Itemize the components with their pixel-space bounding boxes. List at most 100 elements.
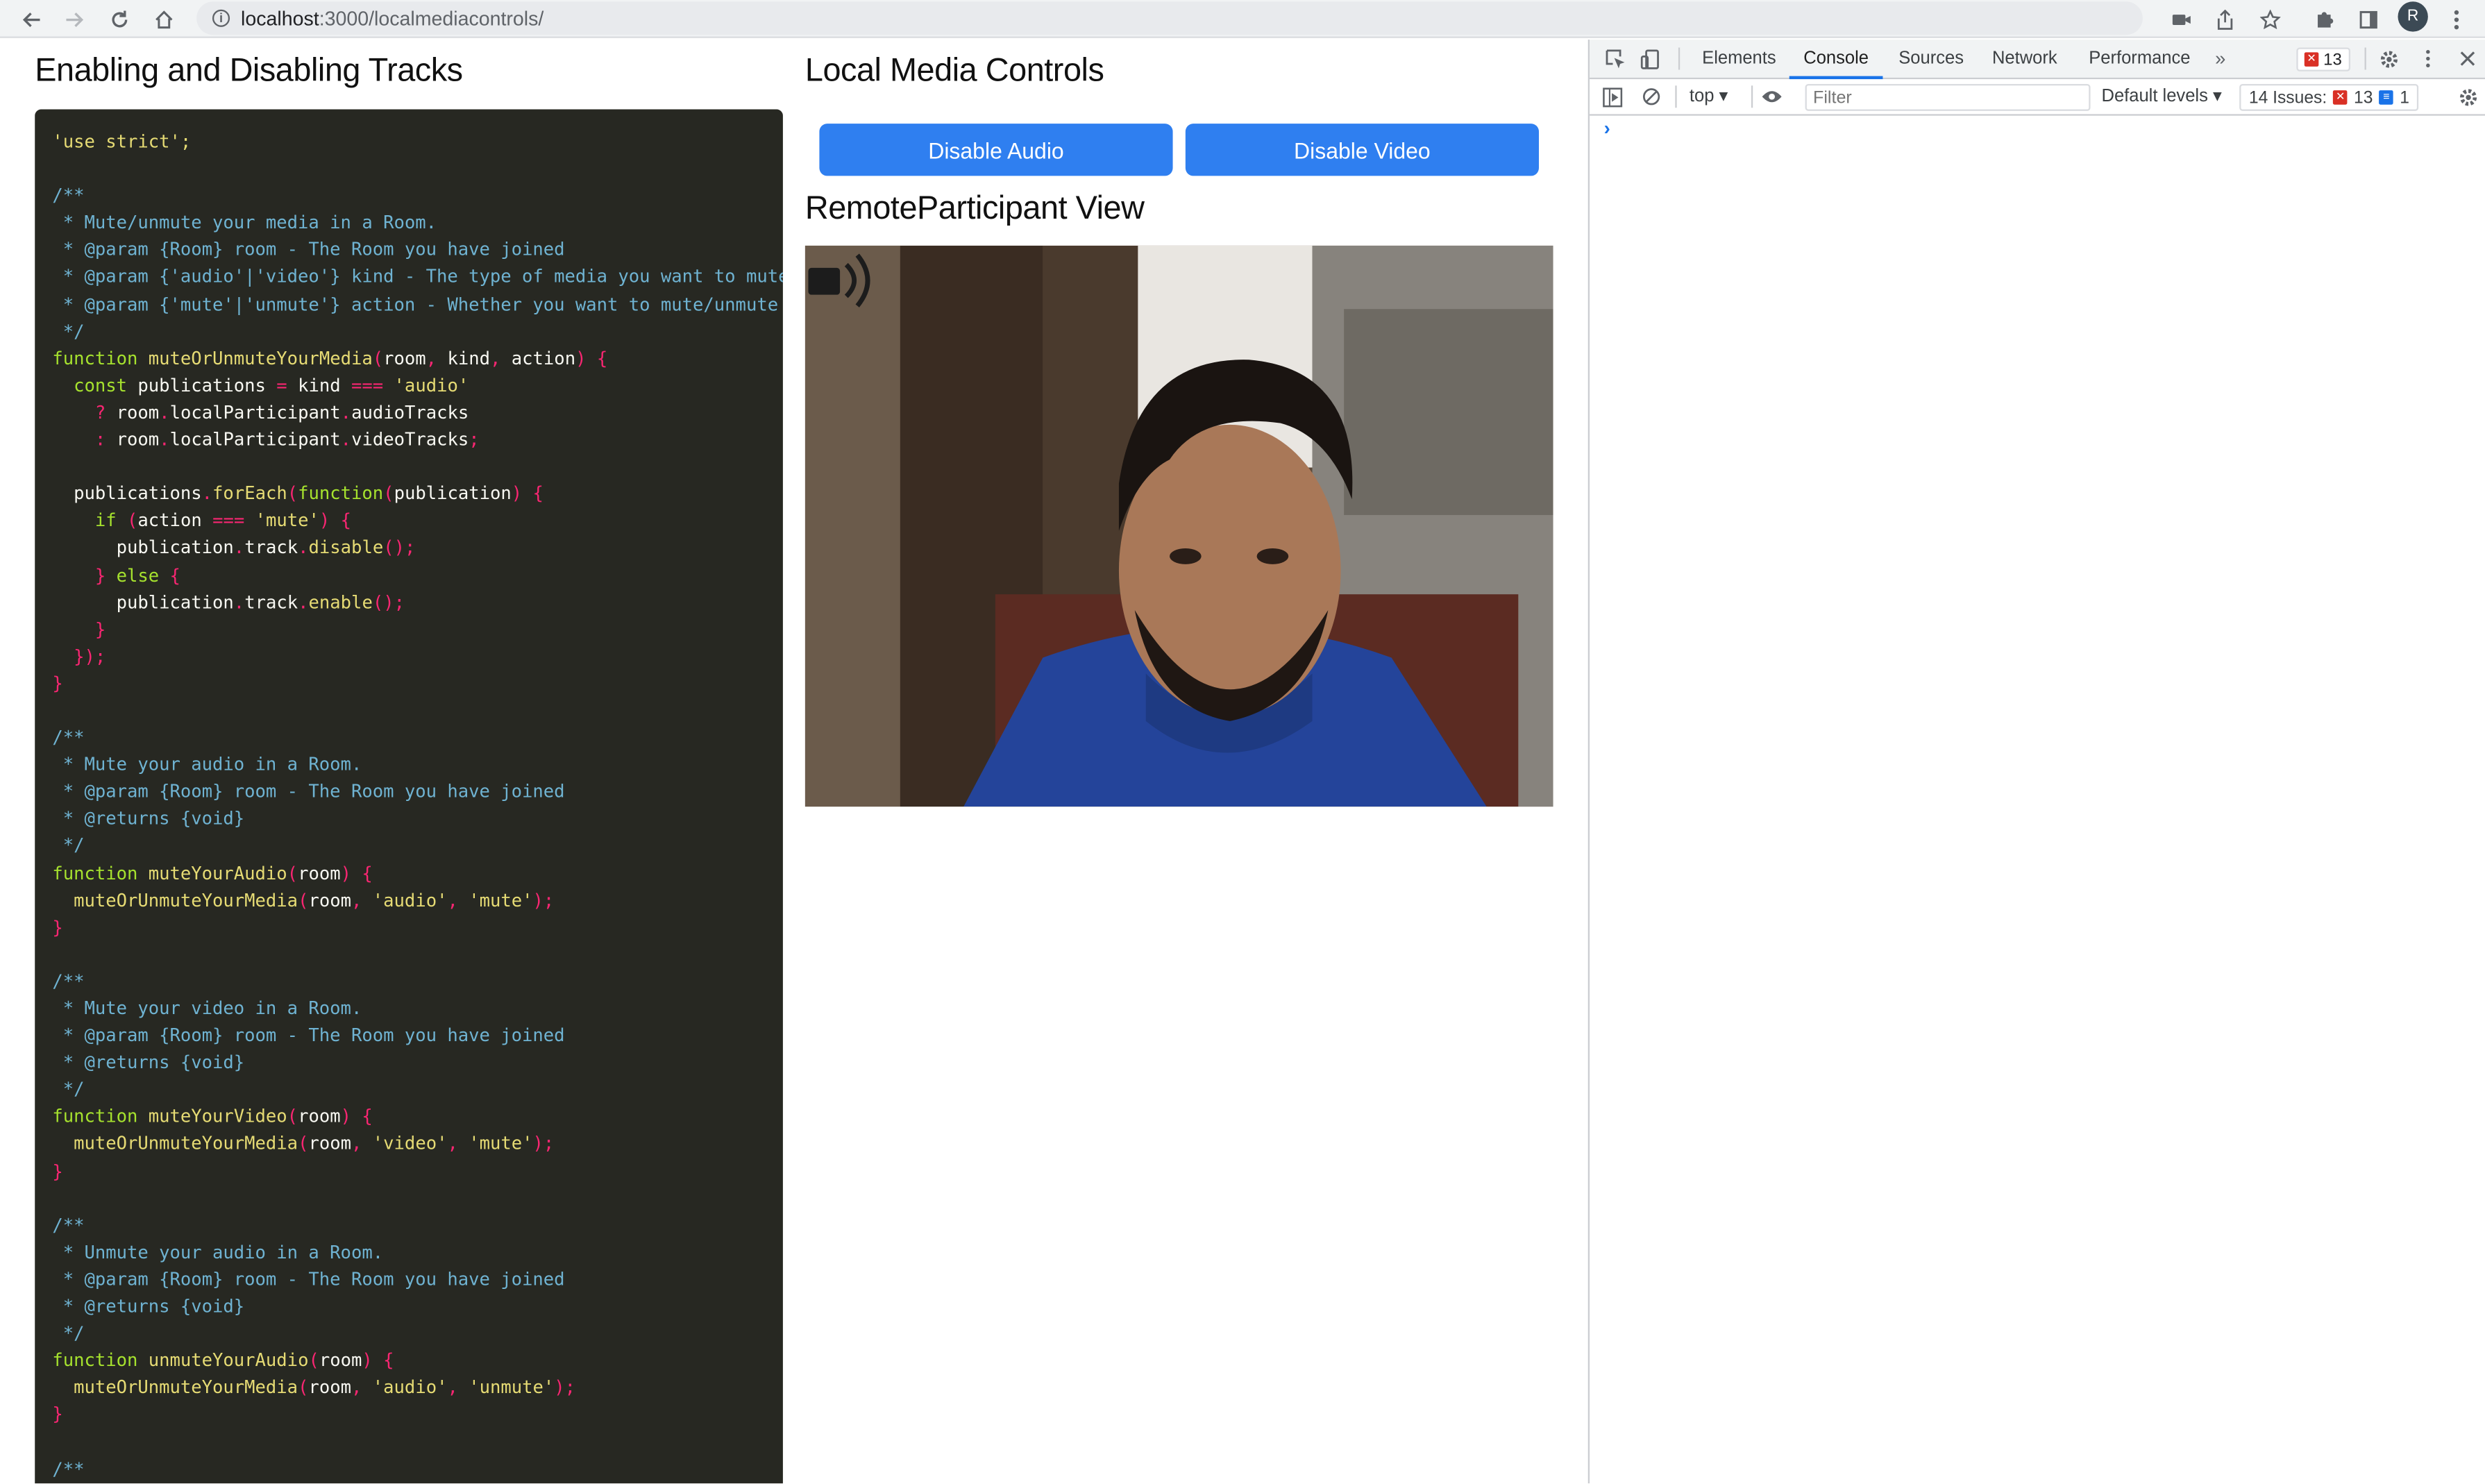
code-token: 'mute' [469,1133,533,1155]
code-token: } [52,1161,63,1182]
more-options-icon[interactable] [2416,46,2441,71]
code-token: . [340,429,352,450]
code-token: publications [127,375,277,396]
tab-separator [1678,47,1680,70]
code-token: * @returns {void} [52,1296,245,1317]
console-prompt[interactable]: › [1604,117,1610,140]
clear-icon[interactable] [1639,84,1665,110]
code-token: kind [287,375,352,396]
code-token: muteOrUnmuteYourMedia [52,1133,298,1155]
code-line: * Mute/unmute your media in a Room. [52,210,783,237]
code-line: * Unmute your audio in a Room. [52,1239,783,1266]
code-token: muteOrUnmuteYourMedia [52,1377,298,1399]
console-settings-icon[interactable] [2455,84,2481,110]
code-line: function muteYourAudio(room) { [52,860,783,887]
code-token: const [52,375,128,396]
inspect-icon[interactable] [1602,46,1628,71]
code-heading: Enabling and Disabling Tracks [35,52,463,89]
code-token: function [52,1106,138,1128]
more-tabs-icon[interactable]: » [2207,46,2233,71]
code-token: else [116,564,160,586]
code-line: } [52,671,783,698]
code-token: 'use strict'; [52,131,192,153]
code-token: publication [394,483,512,505]
code-line: publication.track.disable(); [52,534,783,562]
error-count-badge[interactable]: ✕ 13 [2296,47,2350,71]
menu-icon[interactable] [2441,3,2473,35]
star-icon[interactable] [2254,3,2286,35]
tab-network[interactable]: Network [1992,40,2057,79]
log-levels-select[interactable]: Default levels ▾ [2102,85,2222,106]
code-token: ( [298,1377,309,1399]
code-token: */ [52,321,85,342]
console-filter-input[interactable] [1805,84,2091,111]
extensions-icon[interactable] [2307,3,2339,35]
code-token: */ [52,1323,85,1344]
code-token: ) { [362,1350,394,1372]
tab-elements[interactable]: Elements [1702,40,1776,79]
tab-sources[interactable]: Sources [1898,40,1964,79]
code-token: muteOrUnmuteYourMedia [52,890,298,911]
code-line: * @returns {void} [52,806,783,833]
reload-icon[interactable] [103,3,135,35]
code-line: function unmuteYourAudio(room) { [52,1347,783,1374]
code-token: . [201,483,213,505]
settings-icon[interactable] [2376,46,2402,71]
home-icon[interactable] [147,3,179,35]
disable-video-button[interactable]: Disable Video [1185,124,1539,176]
code-line: function muteYourVideo(room) { [52,1104,783,1131]
remote-video [805,245,1553,807]
code-token: publication [52,591,234,613]
tab-performance[interactable]: Performance [2089,40,2190,79]
info-icon[interactable]: i [212,9,230,27]
share-icon[interactable] [2209,3,2241,35]
eye-icon[interactable] [1759,84,1785,110]
code-token: localParticipant [169,402,341,423]
code-token: . [298,537,309,559]
code-token: action [511,348,576,369]
tab-console[interactable]: Console [1789,40,1883,80]
code-token: === [212,510,245,532]
sidepanel-icon[interactable] [2352,3,2384,35]
code-token: 'unmute' [469,1377,555,1399]
code-token: function [52,348,138,369]
code-line: * @param {Room} room - The Room you have… [52,237,783,264]
code-token: } [52,1404,63,1426]
disable-audio-button[interactable]: Disable Audio [819,124,1173,176]
forward-icon[interactable] [58,3,90,35]
code-line: * Mute your audio in a Room. [52,752,783,779]
code-token: } [52,619,106,640]
code-token: publication [52,537,234,559]
code-line: * @returns {void} [52,1049,783,1077]
code-token: ; [469,429,480,450]
address-bar[interactable]: i localhost:3000/localmediacontrols/ [196,1,2143,35]
profile-avatar[interactable]: R [2398,1,2428,32]
code-token: . [233,537,245,559]
tab-separator-2 [2364,47,2366,70]
code-line: } else { [52,562,783,589]
camera-icon[interactable] [2165,3,2197,35]
device-icon[interactable] [1637,46,1663,71]
issues-error-count: 13 [2354,87,2373,108]
code-token: { [159,564,180,586]
code-token: * @param {Room} room - The Room you have… [52,782,565,802]
code-line: 'use strict'; [52,128,783,155]
bar-separator-2 [1751,85,1753,108]
controls-heading: Local Media Controls [805,52,1104,89]
code-token: 'mute' [244,510,319,532]
code-token: ); [532,890,555,911]
code-token: action [137,510,213,532]
close-icon[interactable] [2455,46,2481,71]
issues-badge[interactable]: 14 Issues: ✕ 13 ≡ 1 [2239,84,2419,111]
code-token: disable [308,537,384,559]
code-token: ) { [575,348,608,369]
code-token: ) { [340,863,373,884]
code-token: if [52,510,117,532]
sidebar-icon[interactable] [1599,84,1625,110]
code-line: * @param {Room} room - The Room you have… [52,1022,783,1049]
back-icon[interactable] [15,3,47,35]
context-select[interactable]: top ▾ [1690,85,1728,106]
code-line: } [52,616,783,643]
code-token: , [351,1377,373,1399]
